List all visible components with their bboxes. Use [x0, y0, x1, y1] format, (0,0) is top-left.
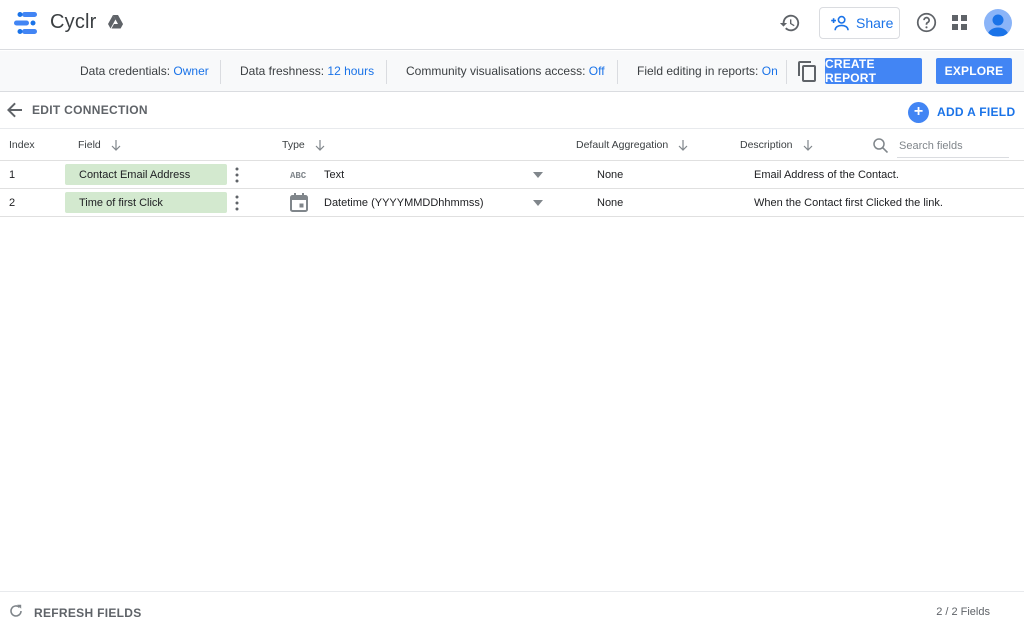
field-type-value[interactable]: Text	[324, 169, 344, 181]
field-editing-in-reports: Field editing in reports: On	[637, 64, 778, 78]
column-header-index[interactable]: Index	[9, 139, 35, 151]
community-visualisations-label: Community visualisations access:	[406, 64, 586, 78]
refresh-fields-button[interactable]: REFRESH FIELDS	[34, 606, 142, 620]
field-name-chip[interactable]: Contact Email Address	[65, 164, 227, 185]
add-field-label: ADD A FIELD	[937, 105, 1016, 119]
field-name-chip[interactable]: Time of first Click	[65, 192, 227, 213]
share-button[interactable]: Share	[819, 7, 900, 39]
column-header-type-label: Type	[282, 139, 305, 151]
field-editing-value[interactable]: On	[762, 64, 778, 78]
data-freshness-value[interactable]: 12 hours	[327, 64, 374, 78]
data-freshness-label: Data freshness:	[240, 64, 325, 78]
app-bar: Cyclr Share	[0, 0, 1024, 50]
create-report-button[interactable]: CREATE REPORT	[825, 57, 922, 85]
default-aggregation-value[interactable]: None	[597, 197, 623, 209]
type-dropdown-arrow-icon[interactable]	[533, 200, 543, 206]
column-header-default-aggregation[interactable]: Default Aggregation	[576, 139, 688, 151]
field-editing-label: Field editing in reports:	[637, 64, 759, 78]
back-arrow-icon[interactable]	[7, 102, 23, 118]
table-row[interactable]: 2 Time of first Click Datetime (YYYYMMDD…	[0, 189, 1024, 217]
help-icon[interactable]	[916, 12, 937, 33]
footer-bar: REFRESH FIELDS 2 / 2 Fields	[0, 591, 1024, 629]
divider	[220, 60, 221, 84]
row-index: 2	[9, 197, 16, 209]
apps-grid-icon[interactable]	[952, 15, 967, 30]
description-value[interactable]: Email Address of the Contact.	[754, 169, 899, 181]
history-icon[interactable]	[779, 12, 801, 34]
search-icon	[873, 138, 888, 153]
field-type-value[interactable]: Datetime (YYYYMMDDhhmmss)	[324, 197, 484, 209]
search-fields-input[interactable]	[897, 134, 1009, 158]
row-index: 1	[9, 169, 16, 181]
share-label: Share	[856, 15, 894, 31]
edit-connection-title: EDIT CONNECTION	[32, 103, 148, 117]
more-options-icon[interactable]	[234, 195, 240, 211]
type-dropdown-arrow-icon[interactable]	[533, 172, 543, 178]
add-person-icon	[831, 15, 849, 31]
sort-arrow-icon[interactable]	[803, 139, 813, 151]
data-credentials: Data credentials: Owner	[80, 64, 209, 78]
data-credentials-value[interactable]: Owner	[173, 64, 208, 78]
google-drive-icon	[108, 15, 123, 29]
cyclr-logo-icon[interactable]	[13, 11, 39, 35]
divider	[786, 60, 787, 84]
fields-table-header: Index Field Type Default Aggregation Des…	[0, 128, 1024, 161]
data-freshness: Data freshness: 12 hours	[240, 64, 374, 78]
column-header-description[interactable]: Description	[740, 139, 813, 151]
column-header-type[interactable]: Type	[282, 139, 325, 151]
plus-icon: +	[908, 101, 929, 123]
column-header-description-label: Description	[740, 139, 793, 151]
add-field-button[interactable]: + ADD A FIELD	[908, 101, 1015, 123]
data-credentials-label: Data credentials:	[80, 64, 171, 78]
default-aggregation-value[interactable]: None	[597, 169, 623, 181]
table-row[interactable]: 1 Contact Email Address ABC Text None Em…	[0, 161, 1024, 189]
sort-arrow-icon[interactable]	[315, 139, 325, 151]
column-header-field-label: Field	[78, 139, 101, 151]
column-header-aggregation-label: Default Aggregation	[576, 139, 669, 151]
app-title: Cyclr	[50, 11, 97, 33]
calendar-icon	[290, 193, 308, 212]
description-value[interactable]: When the Contact first Clicked the link.	[754, 197, 943, 209]
community-visualisations-value[interactable]: Off	[589, 64, 605, 78]
community-visualisations-access: Community visualisations access: Off	[406, 64, 605, 78]
copy-icon[interactable]	[797, 60, 817, 82]
divider	[386, 60, 387, 84]
explore-button[interactable]: EXPLORE	[936, 58, 1012, 84]
svg-text:ABC: ABC	[290, 171, 307, 180]
column-header-field[interactable]: Field	[78, 139, 121, 151]
more-options-icon[interactable]	[234, 167, 240, 183]
divider	[617, 60, 618, 84]
avatar-icon	[987, 14, 1009, 36]
field-count: 2 / 2 Fields	[936, 606, 990, 618]
sort-arrow-icon[interactable]	[678, 139, 688, 151]
abc-text-icon: ABC	[290, 171, 307, 180]
refresh-icon[interactable]	[9, 604, 23, 618]
avatar[interactable]	[984, 9, 1012, 37]
sort-arrow-icon[interactable]	[111, 139, 121, 151]
